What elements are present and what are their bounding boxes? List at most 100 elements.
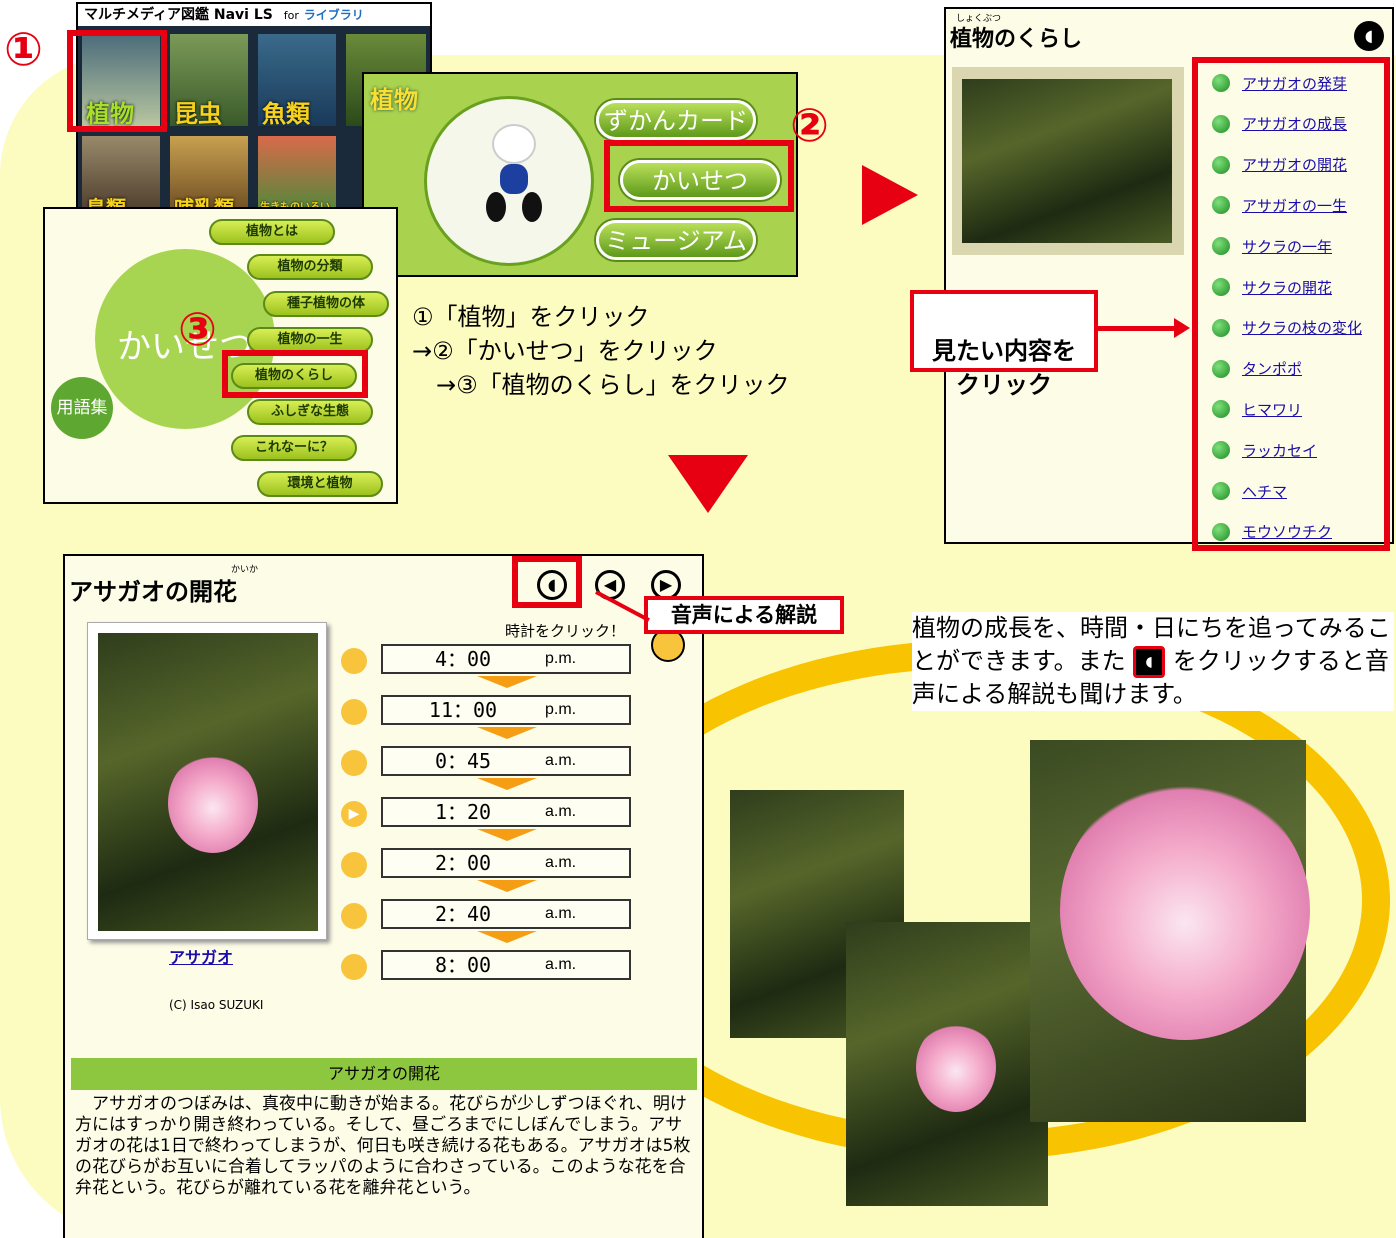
time-box[interactable]: 2：40 a.m. — [381, 899, 631, 929]
desc-title-bar: アサガオの開花 — [71, 1058, 697, 1090]
time-box[interactable]: 4：00 p.m. — [381, 644, 631, 674]
time-box[interactable]: 0：45 a.m. — [381, 746, 631, 776]
time-arrow-icon — [477, 778, 537, 790]
category-tile-fish[interactable]: 魚類 — [258, 34, 336, 128]
callout-arrow-line — [1098, 326, 1178, 331]
kurashi-link[interactable]: モウソウチク — [1242, 521, 1332, 542]
kurashi-link[interactable]: アサガオの一生 — [1242, 195, 1347, 216]
glossary-label: 用語集 — [56, 398, 108, 418]
time-play-icon[interactable]: ▶ — [341, 801, 367, 827]
time-value: 1：20 — [434, 800, 492, 824]
bullet-icon — [1212, 114, 1230, 133]
step1-highlight — [67, 30, 167, 132]
morning-glory-bloom-photo — [1030, 740, 1310, 1122]
zukan-card-button[interactable]: ずかんカード — [596, 100, 756, 140]
kurashi-link-row[interactable]: ヘチマ — [1212, 479, 1287, 503]
kurashi-link-row[interactable]: ラッカセイ — [1212, 438, 1317, 462]
morning-glory-opening-photo — [846, 922, 1048, 1206]
time-value: 2：00 — [434, 851, 492, 875]
time-arrow-icon — [477, 931, 537, 943]
bullet-icon — [1212, 482, 1230, 500]
kurashi-photo — [962, 79, 1172, 243]
kaika-title: アサガオの開花 — [69, 578, 237, 606]
navi-title-bar: マルチメディア図鑑 Navi LS for ライブラリ — [78, 4, 430, 26]
time-value: 11：00 — [428, 698, 498, 722]
time-dot[interactable] — [341, 903, 367, 929]
time-ampm: a.m. — [545, 752, 577, 769]
time-box[interactable]: 2：00 a.m. — [381, 848, 631, 878]
menu-item[interactable]: 植物の分類 — [247, 254, 373, 280]
time-dot[interactable] — [341, 750, 367, 776]
kurashi-link-row[interactable]: アサガオの一生 — [1212, 193, 1347, 217]
time-ampm: a.m. — [545, 803, 577, 820]
category-tile-mammal[interactable]: 哺乳類 — [170, 136, 248, 216]
time-dot[interactable] — [341, 852, 367, 878]
callout-arrow-head — [1174, 318, 1190, 338]
kurashi-link-row[interactable]: アサガオの成長 — [1212, 112, 1347, 136]
time-arrow-icon — [477, 676, 537, 688]
menu-item[interactable]: ふしぎな生態 — [247, 399, 373, 425]
bullet-icon — [1212, 74, 1230, 92]
kurashi-link[interactable]: サクラの枝の変化 — [1242, 317, 1362, 338]
kurashi-link[interactable]: アサガオの成長 — [1242, 113, 1347, 134]
plant-logo-text: 植物 — [370, 86, 418, 114]
menu-item[interactable]: これなーに？ — [231, 435, 357, 461]
kurashi-title: 植物のくらし — [950, 27, 1083, 52]
step3-highlight — [222, 350, 368, 398]
category-label: 魚類 — [262, 100, 310, 128]
down-arrow — [668, 455, 748, 513]
bullet-icon — [1212, 237, 1230, 256]
instruction-line-1: ①「植物」をクリック — [412, 303, 650, 331]
category-tile-bird[interactable]: 鳥類 — [82, 136, 160, 216]
kurashi-link[interactable]: アサガオの開花 — [1242, 154, 1347, 175]
time-ampm: p.m. — [545, 650, 577, 667]
kurashi-link-row[interactable]: モウソウチク — [1212, 520, 1332, 544]
kurashi-link[interactable]: サクラの一年 — [1242, 236, 1332, 257]
right-arrow — [862, 165, 918, 225]
museum-button[interactable]: ミュージアム — [596, 220, 756, 260]
clock-hint: 時計をクリック！ — [505, 622, 626, 640]
kurashi-link-row[interactable]: サクラの一年 — [1212, 234, 1332, 258]
time-dot[interactable] — [341, 954, 367, 980]
audio-callout: 音声による解説 — [644, 596, 844, 634]
menu-item[interactable]: 植物とは — [209, 219, 335, 245]
photo-link[interactable]: アサガオ — [169, 944, 233, 968]
time-dot[interactable] — [341, 648, 367, 674]
kurashi-link-row[interactable]: アサガオの発芽 — [1212, 71, 1347, 95]
kurashi-link[interactable]: ラッカセイ — [1242, 440, 1317, 461]
kurashi-link-row[interactable]: サクラの枝の変化 — [1212, 316, 1362, 340]
step3-number: ③ — [178, 302, 217, 356]
kurashi-callout: 見たい内容を クリック — [910, 290, 1098, 399]
kurashi-link-row[interactable]: ヒマワリ — [1212, 397, 1302, 421]
glossary-button[interactable]: 用語集 — [51, 377, 113, 439]
kurashi-link-row[interactable]: サクラの開花 — [1212, 275, 1332, 299]
caption: 植物の成長を、時間・日にちを追ってみることができます。また ◖ をクリックすると… — [912, 612, 1394, 711]
time-dot[interactable] — [341, 699, 367, 725]
category-tile-insect[interactable]: 昆虫 — [170, 34, 248, 128]
bullet-icon — [1212, 318, 1230, 337]
kurashi-link[interactable]: ヒマワリ — [1242, 399, 1302, 420]
time-ampm: a.m. — [545, 854, 577, 871]
step1-number: ① — [4, 22, 43, 76]
kurashi-screen: しょくぶつ 植物のくらし ◖ アサガオの発芽 アサガオの成長 アサガオの開花 アサガオ… — [944, 7, 1394, 551]
kurashi-link-row[interactable]: タンポポ — [1212, 357, 1302, 381]
time-box[interactable]: 1：20 a.m. — [381, 797, 631, 827]
step-instructions: ①「植物」をクリック →②「かいせつ」をクリック →③「植物のくらし」をクリック — [412, 300, 832, 402]
menu-item[interactable]: 種子植物の体 — [263, 291, 389, 317]
app-title: マルチメディア図鑑 Navi LS — [84, 7, 273, 23]
audio-icon[interactable]: ◖ — [1354, 21, 1384, 51]
kurashi-link[interactable]: アサガオの発芽 — [1242, 73, 1347, 94]
kurashi-link[interactable]: ヘチマ — [1242, 481, 1287, 502]
time-box[interactable]: 11：00 p.m. — [381, 695, 631, 725]
kurashi-link[interactable]: サクラの開花 — [1242, 277, 1332, 298]
menu-item[interactable]: 環境と植物 — [257, 471, 383, 497]
photo-credit: (C) Isao SUZUKI — [169, 998, 264, 1012]
category-tile-various[interactable]: 生きものいろいろ — [258, 136, 336, 216]
library-label: ライブラリ — [303, 8, 364, 22]
time-box[interactable]: 8：00 a.m. — [381, 950, 631, 980]
kurashi-link-row[interactable]: アサガオの開花 — [1212, 153, 1347, 177]
time-value: 8：00 — [434, 953, 492, 977]
bullet-icon — [1212, 196, 1230, 215]
kurashi-link[interactable]: タンポポ — [1242, 358, 1302, 379]
time-ampm: a.m. — [545, 905, 577, 922]
